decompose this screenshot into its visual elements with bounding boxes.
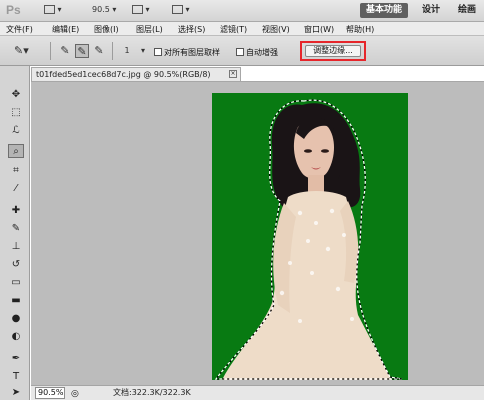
tools-panel: ✥ ⬚ ℒ ⌕ ⌗ ⁄ ✚ ✎ ⊥ ↺ ▭ ▬ ● ◐ ✒ T ➤ <box>0 66 30 400</box>
menu-bar: 文件(F) 编辑(E) 图像(I) 图层(L) 选择(S) 滤镜(T) 视图(V… <box>0 22 484 36</box>
document-tab[interactable]: t01fded5ed1cec68d7c.jpg @ 90.5%(RGB/8) × <box>31 67 241 81</box>
menu-select[interactable]: 选择(S) <box>178 24 205 35</box>
auto-enhance-checkbox[interactable]: 自动增强 <box>236 47 278 58</box>
close-document-icon[interactable]: × <box>229 70 237 78</box>
screen-mode-dropdown[interactable]: ▾ <box>172 5 190 17</box>
menu-file[interactable]: 文件(F) <box>6 24 33 35</box>
blur-tool-icon[interactable]: ● <box>8 312 24 326</box>
move-tool-icon[interactable]: ✥ <box>8 88 24 102</box>
menu-view[interactable]: 视图(V) <box>262 24 290 35</box>
clone-stamp-tool-icon[interactable]: ⊥ <box>8 240 24 254</box>
options-bar: ✎▾ ✎ ✎ ✎ 1 ▾ 对所有图层取样 自动增强 <box>0 36 484 66</box>
document-title: t01fded5ed1cec68d7c.jpg @ 90.5%(RGB/8) <box>36 70 211 79</box>
application-bar: Ps ▾ 90.5 ▾ ▾ ▾ 基本功能 设计 绘画 <box>0 0 484 22</box>
brush-size-picker[interactable]: 1 <box>120 44 134 58</box>
workspace-painting[interactable]: 绘画 <box>452 3 482 18</box>
workspace-essentials[interactable]: 基本功能 <box>360 3 409 18</box>
gradient-tool-icon[interactable]: ▬ <box>8 294 24 308</box>
launch-bridge-button[interactable]: ▾ <box>44 5 62 17</box>
brush-size-value: 1 <box>124 46 130 55</box>
crop-tool-icon[interactable]: ⌗ <box>8 164 24 178</box>
status-bar: 90.5% ◎ 文档:322.3K/322.3K <box>31 385 484 400</box>
workspace-design[interactable]: 设计 <box>416 3 446 18</box>
pen-tool-icon[interactable]: ✒ <box>8 352 24 366</box>
menu-image[interactable]: 图像(I) <box>94 24 119 35</box>
brush-picker-arrow-icon[interactable]: ▾ <box>136 44 150 58</box>
zoom-level-dropdown[interactable]: 90.5 ▾ <box>92 5 116 17</box>
menu-edit[interactable]: 编辑(E) <box>52 24 79 35</box>
eyedropper-tool-icon[interactable]: ⁄ <box>8 182 24 196</box>
portrait-illustration <box>212 93 408 380</box>
quick-selection-tool-icon[interactable]: ⌕ <box>8 144 24 158</box>
view-extras-dropdown[interactable]: ▾ <box>132 5 150 17</box>
history-brush-tool-icon[interactable]: ↺ <box>8 258 24 272</box>
auto-enhance-label: 自动增强 <box>246 48 278 57</box>
dodge-tool-icon[interactable]: ◐ <box>8 330 24 344</box>
document-image[interactable] <box>212 93 408 380</box>
menu-filter[interactable]: 滤镜(T) <box>220 24 247 35</box>
tool-preset-picker-icon[interactable]: ✎▾ <box>14 44 29 58</box>
menu-window[interactable]: 窗口(W) <box>304 24 334 35</box>
healing-brush-tool-icon[interactable]: ✚ <box>8 204 24 218</box>
menu-help[interactable]: 帮助(H) <box>346 24 374 35</box>
lasso-tool-icon[interactable]: ℒ <box>8 124 24 138</box>
sample-all-layers-checkbox[interactable]: 对所有图层取样 <box>154 47 220 58</box>
refine-edge-highlight: 调整边缘... <box>300 41 366 61</box>
status-options-icon[interactable]: ◎ <box>71 387 79 401</box>
new-selection-brush-icon[interactable]: ✎ <box>58 44 72 58</box>
menu-layer[interactable]: 图层(L) <box>136 24 163 35</box>
zoom-field[interactable]: 90.5% <box>35 387 65 399</box>
refine-edge-button[interactable]: 调整边缘... <box>305 45 361 57</box>
document-info: 文档:322.3K/322.3K <box>113 388 191 397</box>
path-selection-tool-icon[interactable]: ➤ <box>8 386 24 400</box>
sample-all-layers-label: 对所有图层取样 <box>164 48 220 57</box>
type-tool-icon[interactable]: T <box>8 370 24 384</box>
separator <box>112 42 113 60</box>
separator <box>50 42 51 60</box>
photoshop-logo: Ps <box>6 3 21 17</box>
add-to-selection-brush-icon[interactable]: ✎ <box>75 44 89 58</box>
marquee-tool-icon[interactable]: ⬚ <box>8 106 24 120</box>
eraser-tool-icon[interactable]: ▭ <box>8 276 24 290</box>
brush-tool-icon[interactable]: ✎ <box>8 222 24 236</box>
subtract-from-selection-brush-icon[interactable]: ✎ <box>92 44 106 58</box>
